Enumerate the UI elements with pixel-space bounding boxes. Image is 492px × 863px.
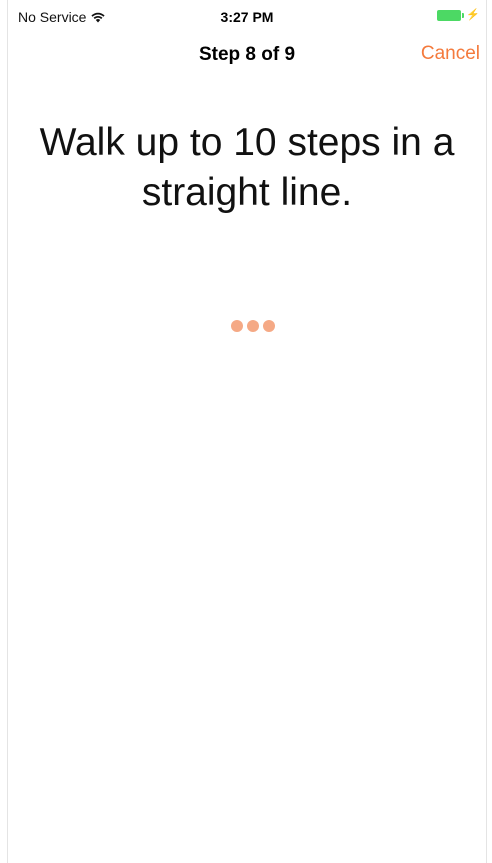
activity-dot	[263, 320, 275, 332]
charging-bolt-icon: ⚡	[466, 9, 480, 21]
three-dots-icon	[231, 320, 275, 332]
step-title: Step 8 of 9	[198, 44, 296, 65]
status-time: 3:27 PM	[220, 9, 274, 25]
navigation-bar: Step 8 of 9 Cancel	[8, 34, 486, 76]
app-screen: No Service 3:27 PM ⚡ Step 8 of 9 Cancel …	[8, 0, 486, 863]
status-bar: No Service 3:27 PM ⚡	[8, 0, 486, 34]
instruction-text: Walk up to 10 steps in a straight line.	[39, 121, 455, 214]
battery-icon	[437, 10, 465, 21]
cancel-button[interactable]: Cancel	[421, 43, 480, 65]
activity-dot	[231, 320, 243, 332]
battery-indicator: ⚡	[437, 10, 480, 21]
activity-dot	[247, 320, 259, 332]
